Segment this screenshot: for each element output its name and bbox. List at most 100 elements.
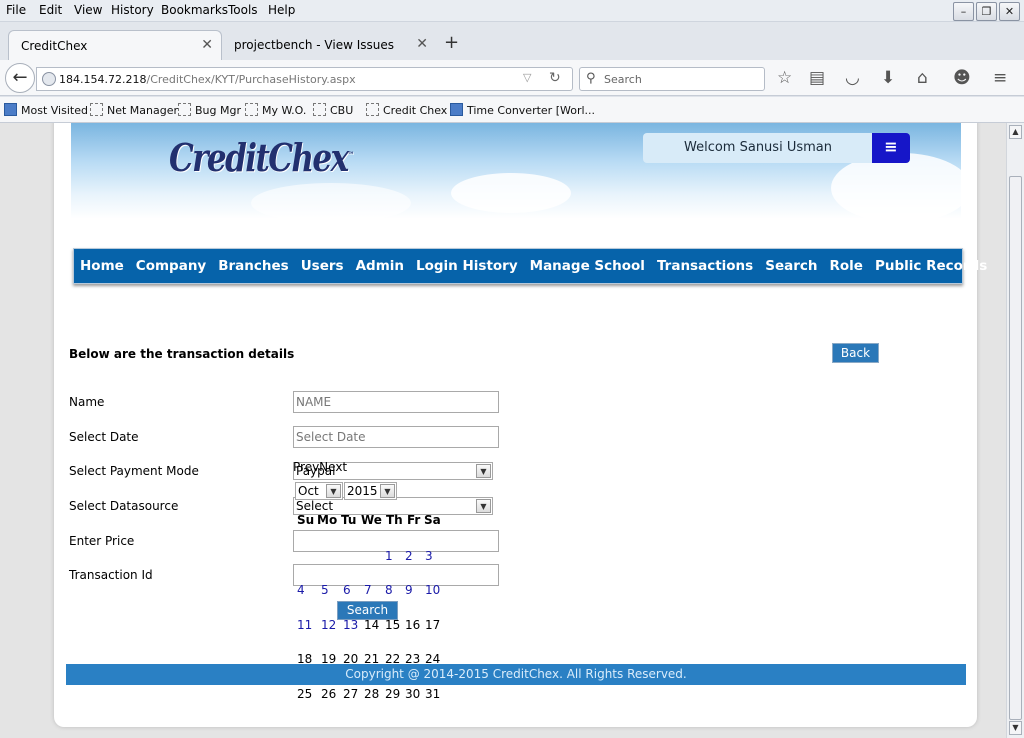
calendar-year-select[interactable]: 2015 ▼	[344, 482, 397, 500]
menu-file[interactable]: File	[6, 3, 26, 17]
calendar-day[interactable]: 27	[343, 687, 358, 701]
tab-projectbench[interactable]: projectbench - View Issues ✕	[222, 30, 436, 60]
home-icon[interactable]: ⌂	[917, 68, 928, 88]
back-arrow-icon[interactable]: ←	[5, 63, 35, 93]
calendar-day[interactable]: 21	[364, 652, 379, 666]
nav-public-records[interactable]: Public Records	[875, 258, 987, 274]
price-input[interactable]	[293, 530, 499, 552]
nav-users[interactable]: Users	[301, 258, 344, 274]
reload-icon[interactable]: ↻	[549, 70, 561, 86]
bookmark-bug-mgr[interactable]: Bug Mgr	[178, 103, 241, 117]
calendar-day[interactable]: 5	[321, 583, 329, 597]
scroll-down-icon[interactable]: ▼	[1009, 721, 1022, 735]
calendar-day[interactable]: 28	[364, 687, 379, 701]
download-icon[interactable]: ⬇	[881, 68, 895, 88]
tab-strip: CreditChex ✕ projectbench - View Issues …	[0, 22, 1024, 60]
calendar-prev-next[interactable]: PrevNext	[293, 460, 347, 474]
calendar-day[interactable]: 1	[385, 549, 393, 563]
calendar-day[interactable]: 29	[385, 687, 400, 701]
close-tab-icon[interactable]: ✕	[416, 36, 428, 52]
calendar-day[interactable]: 23	[405, 652, 420, 666]
nav-admin[interactable]: Admin	[356, 258, 404, 274]
chat-icon[interactable]: ☻	[953, 68, 971, 88]
calendar-month-value: Oct	[298, 484, 319, 498]
bookmark-cbu[interactable]: CBU	[313, 103, 353, 117]
nav-home[interactable]: Home	[80, 258, 124, 274]
nav-branches[interactable]: Branches	[218, 258, 288, 274]
calendar-day[interactable]: 4	[297, 583, 305, 597]
calendar-day[interactable]: 25	[297, 687, 312, 701]
url-text: 184.154.72.218/CreditChex/KYT/PurchaseHi…	[59, 73, 356, 86]
calendar-day[interactable]: 10	[425, 583, 440, 597]
menu-bookmarks[interactable]: Bookmarks	[161, 3, 228, 17]
page-container: CreditChex™ Welcom Sanusi Usman ≡ Home C…	[54, 123, 987, 727]
dropdown-arrow-icon[interactable]: ▽	[523, 71, 531, 84]
nav-login-history[interactable]: Login History	[416, 258, 518, 274]
bookmark-net-manager[interactable]: Net Manager	[90, 103, 178, 117]
bookmark-my-wo[interactable]: My W.O.	[245, 103, 306, 117]
calendar-day[interactable]: 16	[405, 618, 420, 632]
calendar-day[interactable]: 26	[321, 687, 336, 701]
close-tab-icon[interactable]: ✕	[201, 37, 213, 53]
calendar-day[interactable]: 31	[425, 687, 440, 701]
date-input[interactable]: Select Date	[293, 426, 499, 448]
calendar-day[interactable]: 3	[425, 549, 433, 563]
hamburger-menu-icon[interactable]: ≡	[993, 68, 1007, 88]
new-tab-icon[interactable]: +	[444, 32, 459, 53]
calendar-day[interactable]: 24	[425, 652, 440, 666]
calendar-day[interactable]: 9	[405, 583, 413, 597]
reading-list-icon[interactable]: ▤	[809, 68, 825, 88]
transaction-id-label: Transaction Id	[69, 568, 153, 582]
calendar-month-select[interactable]: Oct ▼	[295, 482, 343, 500]
close-window-icon[interactable]: ✕	[999, 2, 1020, 21]
nav-company[interactable]: Company	[136, 258, 206, 274]
browser-search-input[interactable]: ⚲ Search	[579, 67, 765, 91]
vertical-scrollbar[interactable]: ▲ ▼	[1006, 123, 1024, 738]
calendar-day[interactable]: 18	[297, 652, 312, 666]
bookmark-label: Net Manager	[107, 104, 179, 117]
pocket-icon[interactable]: ◡	[845, 68, 860, 88]
restore-icon[interactable]: ❐	[976, 2, 997, 21]
bookmark-most-visited[interactable]: Most Visited	[4, 103, 88, 117]
calendar-day[interactable]: 15	[385, 618, 400, 632]
calendar-day[interactable]: 20	[343, 652, 358, 666]
tab-creditchex[interactable]: CreditChex ✕	[8, 30, 222, 60]
calendar-day[interactable]: 30	[405, 687, 420, 701]
weekday-fr: Fr	[407, 513, 421, 527]
menu-history[interactable]: History	[111, 3, 154, 17]
globe-icon	[42, 72, 56, 86]
calendar-day[interactable]: 8	[385, 583, 393, 597]
calendar-day[interactable]: 19	[321, 652, 336, 666]
nav-search[interactable]: Search	[765, 258, 817, 274]
calendar-day[interactable]: 13	[343, 618, 358, 632]
menu-tools[interactable]: Tools	[228, 3, 258, 17]
page-heading: Below are the transaction details	[69, 347, 295, 361]
address-bar[interactable]: 184.154.72.218/CreditChex/KYT/PurchaseHi…	[36, 67, 573, 91]
calendar-day[interactable]: 22	[385, 652, 400, 666]
calendar-day[interactable]: 14	[364, 618, 379, 632]
calendar-day[interactable]: 7	[364, 583, 372, 597]
name-input[interactable]: NAME	[293, 391, 499, 413]
calendar-day[interactable]: 12	[321, 618, 336, 632]
menu-help[interactable]: Help	[268, 3, 295, 17]
calendar-day[interactable]: 11	[297, 618, 312, 632]
menu-view[interactable]: View	[74, 3, 102, 17]
chevron-down-icon: ▼	[476, 464, 491, 478]
scroll-thumb[interactable]	[1009, 176, 1022, 720]
nav-role[interactable]: Role	[829, 258, 862, 274]
bookmark-credit-chex[interactable]: Credit Chex	[366, 103, 447, 117]
star-icon[interactable]: ☆	[777, 68, 792, 88]
back-button[interactable]: Back	[832, 343, 879, 363]
minimize-icon[interactable]: –	[953, 2, 974, 21]
scroll-up-icon[interactable]: ▲	[1009, 125, 1022, 139]
hamburger-menu-button[interactable]: ≡	[872, 133, 910, 163]
bookmark-time-converter[interactable]: Time Converter [Worl...	[450, 103, 595, 117]
bookmark-label: Credit Chex	[383, 104, 448, 117]
navigation-toolbar: ← 184.154.72.218/CreditChex/KYT/Purchase…	[0, 60, 1024, 96]
menu-edit[interactable]: Edit	[39, 3, 62, 17]
nav-transactions[interactable]: Transactions	[657, 258, 753, 274]
calendar-day[interactable]: 6	[343, 583, 351, 597]
calendar-day[interactable]: 17	[425, 618, 440, 632]
nav-manage-school[interactable]: Manage School	[530, 258, 645, 274]
calendar-day[interactable]: 2	[405, 549, 413, 563]
